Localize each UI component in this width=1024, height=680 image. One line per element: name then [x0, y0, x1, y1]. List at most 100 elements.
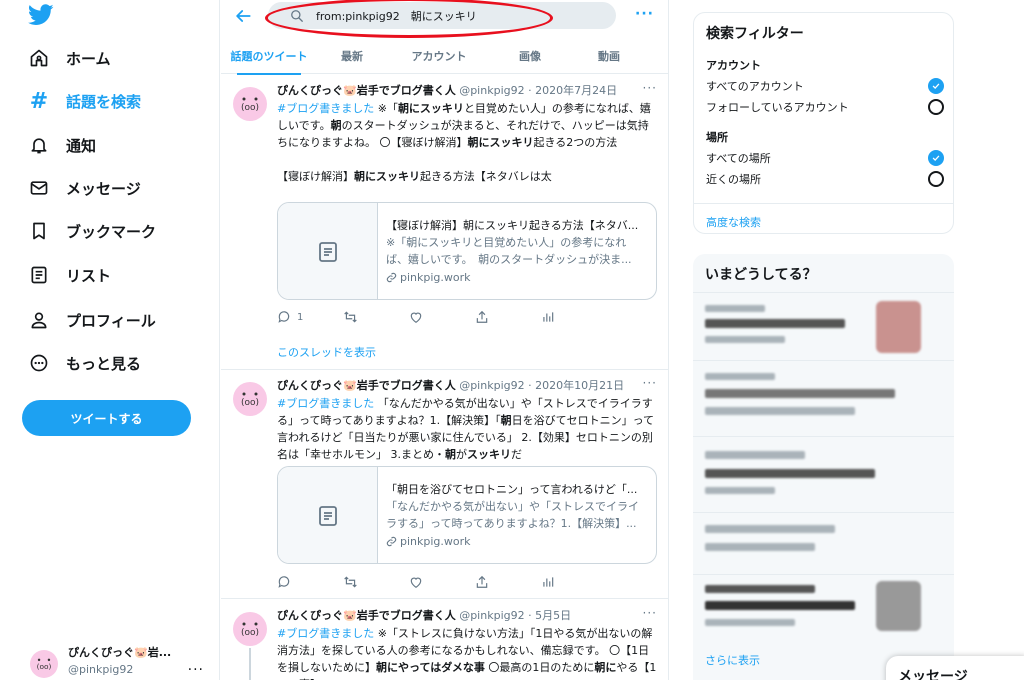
- tab-accounts[interactable]: アカウント: [387, 38, 491, 74]
- tweet-more-icon[interactable]: ···: [643, 81, 657, 95]
- tweet-header: ぴんくぴっぐ🐷岩手でブログ書く人 @pinkpig92 · 2020年7月24日: [277, 84, 618, 97]
- tweet-author-name[interactable]: ぴんくぴっぐ🐷岩手でブログ書く人: [277, 84, 456, 97]
- highlight: 朝に: [594, 661, 617, 674]
- like-button[interactable]: [409, 575, 475, 589]
- tweet-date[interactable]: 2020年7月24日: [535, 84, 617, 97]
- radio-unchecked-icon[interactable]: [928, 99, 944, 115]
- trend-item-blurred[interactable]: [693, 574, 954, 640]
- tweet-more-icon[interactable]: ···: [643, 376, 657, 390]
- avatar: (oo): [30, 650, 58, 678]
- share-button[interactable]: [475, 310, 541, 324]
- text-run: 起きる2つの方法: [533, 136, 618, 149]
- reply-button[interactable]: 1: [277, 310, 343, 324]
- option-label: 近くの場所: [706, 173, 761, 186]
- messages-dock[interactable]: メッセージ: [886, 656, 1024, 680]
- card-thumbnail: [278, 203, 378, 299]
- trend-item-blurred[interactable]: [693, 292, 954, 360]
- account-switcher[interactable]: (oo) ぴんくぴっぐ🐷岩... @pinkpig92 ...: [30, 644, 216, 680]
- search-bar[interactable]: [268, 2, 616, 29]
- tab-photos[interactable]: 画像: [491, 38, 569, 74]
- card-title: 【寝ぼけ解消】朝にスッキリ起きる方法【ネタバ...: [386, 219, 639, 232]
- advanced-search-link[interactable]: 高度な検索: [694, 203, 953, 240]
- show-more-link[interactable]: さらに表示: [705, 652, 760, 668]
- tweet-button[interactable]: ツイートする: [22, 400, 191, 436]
- share-button[interactable]: [475, 575, 541, 589]
- card-title: 「朝日を浴びてセロトニン」って言われるけど「...: [386, 483, 638, 496]
- nav-home[interactable]: ホーム: [28, 43, 111, 73]
- hash-icon: #: [29, 88, 49, 114]
- retweet-button[interactable]: [343, 310, 409, 324]
- filter-option-nearby[interactable]: 近くの場所: [706, 171, 944, 187]
- svg-text:(oo): (oo): [241, 628, 259, 638]
- nav-explore[interactable]: # 話題を検索: [28, 86, 141, 116]
- text-run: 起きる方法【ネタバレは太: [420, 170, 552, 183]
- nav-more[interactable]: もっと見る: [28, 348, 141, 378]
- tab-videos[interactable]: 動画: [569, 38, 649, 74]
- trend-item-blurred[interactable]: [693, 436, 954, 512]
- tweet-author-name[interactable]: ぴんくぴっぐ🐷岩手でブログ書く人: [277, 609, 456, 622]
- nav-label: ホーム: [66, 49, 111, 68]
- hashtag-link[interactable]: #ブログ書きました: [277, 397, 374, 410]
- tweet-author-name[interactable]: ぴんくぴっぐ🐷岩手でブログ書く人: [277, 379, 456, 392]
- tweet-more-icon[interactable]: ···: [643, 606, 657, 620]
- bookmark-icon: [28, 220, 50, 242]
- back-arrow-icon[interactable]: [233, 6, 253, 26]
- nav-label: 話題を検索: [66, 92, 142, 111]
- nav-bookmarks[interactable]: ブックマーク: [28, 216, 156, 246]
- tweet-date[interactable]: 5月5日: [535, 609, 571, 622]
- radio-checked-icon[interactable]: [928, 78, 944, 94]
- twitter-bird-icon[interactable]: [28, 4, 54, 26]
- more-circle-icon: [28, 352, 50, 374]
- trend-item-blurred[interactable]: [693, 360, 954, 436]
- tweet[interactable]: (oo) ぴんくぴっぐ🐷岩手でブログ書く人 @pinkpig92 · 2020年…: [221, 370, 668, 599]
- tweet-text: #ブログ書きました ※「朝にスッキリと目覚めたい人」の参考になれば、嬉しいです。…: [277, 100, 657, 185]
- like-button[interactable]: [409, 310, 475, 324]
- account-more-icon[interactable]: ...: [188, 658, 204, 674]
- nav-label: ブックマーク: [66, 222, 157, 241]
- card-url: pinkpig.work: [400, 271, 471, 284]
- nav-lists[interactable]: リスト: [28, 260, 111, 290]
- document-icon: [318, 242, 337, 262]
- reply-count: 1: [297, 311, 304, 323]
- filter-option-all-accounts[interactable]: すべてのアカウント: [706, 78, 944, 94]
- avatar[interactable]: (oo): [233, 612, 267, 646]
- text-run: 【寝ぼけ解消】: [277, 170, 354, 183]
- filter-option-all-places[interactable]: すべての場所: [706, 150, 944, 166]
- hashtag-link[interactable]: #ブログ書きました: [277, 102, 374, 115]
- filter-section-account: アカウント: [706, 59, 761, 72]
- document-icon: [318, 506, 337, 526]
- hashtag-link[interactable]: #ブログ書きました: [277, 627, 374, 640]
- tweet[interactable]: (oo) ぴんくぴっぐ🐷岩手でブログ書く人 @pinkpig92 · 5月5日 …: [221, 600, 668, 680]
- link-card[interactable]: 【寝ぼけ解消】朝にスッキリ起きる方法【ネタバ... ※「朝にスッキリと目覚めたい…: [277, 202, 657, 300]
- tweet-actions: [277, 573, 607, 591]
- more-options-icon[interactable]: ···: [635, 6, 654, 22]
- analytics-button[interactable]: [541, 575, 607, 589]
- tab-latest[interactable]: 最新: [317, 38, 387, 74]
- account-handle: @pinkpig92: [68, 663, 134, 676]
- retweet-icon: [344, 576, 357, 588]
- tweet-author-handle: @pinkpig92: [459, 84, 525, 97]
- tweet-date[interactable]: 2020年10月21日: [535, 379, 624, 392]
- tab-top[interactable]: 話題のツイート: [221, 38, 317, 75]
- avatar[interactable]: (oo): [233, 382, 267, 416]
- avatar[interactable]: (oo): [233, 87, 267, 121]
- radio-checked-icon[interactable]: [928, 150, 944, 166]
- nav-notifications[interactable]: 通知: [28, 130, 96, 160]
- text-run: 〇最高の1日のために: [484, 661, 595, 674]
- heart-icon: [410, 577, 422, 588]
- card-thumbnail: [278, 467, 378, 563]
- filter-option-following[interactable]: フォローしているアカウント: [706, 99, 944, 115]
- nav-messages[interactable]: メッセージ: [28, 173, 141, 203]
- nav-profile[interactable]: プロフィール: [28, 305, 156, 335]
- link-icon: [386, 536, 397, 547]
- retweet-button[interactable]: [343, 575, 409, 589]
- trend-item-blurred[interactable]: [693, 512, 954, 574]
- link-card[interactable]: 「朝日を浴びてセロトニン」って言われるけど「... 「なんだかやる気が出ない」や…: [277, 466, 657, 564]
- search-input[interactable]: [316, 9, 596, 22]
- tweet[interactable]: (oo) ぴんくぴっぐ🐷岩手でブログ書く人 @pinkpig92 · 2020年…: [221, 75, 668, 370]
- reply-button[interactable]: [277, 575, 343, 589]
- analytics-button[interactable]: [541, 310, 607, 324]
- radio-unchecked-icon[interactable]: [928, 171, 944, 187]
- show-thread-link[interactable]: このスレッドを表示: [277, 344, 376, 360]
- retweet-icon: [344, 311, 357, 323]
